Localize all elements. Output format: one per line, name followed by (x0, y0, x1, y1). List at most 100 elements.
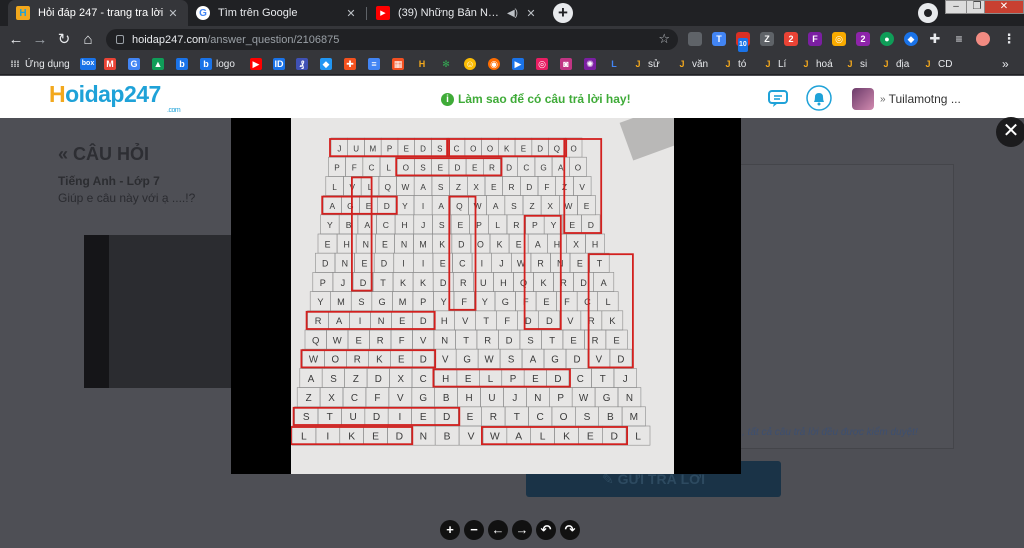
grid-letter: E (465, 374, 472, 385)
rotate-right-button[interactable]: ↷ (560, 520, 580, 540)
lightbox-close-button[interactable]: ✕ (996, 117, 1024, 147)
tab-close-icon[interactable]: ✕ (344, 7, 358, 20)
zoom-in-button[interactable]: + (440, 520, 460, 540)
grid-letter: W (485, 355, 495, 366)
bookmark-cd[interactable]: J CD (922, 57, 952, 71)
grid-letter: I (402, 259, 404, 269)
speaker-icon[interactable]: ◀) (507, 8, 518, 19)
b-icon: b (176, 58, 188, 70)
next-button[interactable]: → (512, 520, 532, 540)
bookmark-su[interactable]: Jsử (632, 57, 659, 71)
extension-icon[interactable]: ◆ (904, 32, 918, 46)
adblock-extension-icon[interactable]: 10 (736, 32, 750, 52)
bell-icon[interactable] (806, 85, 832, 111)
tab-hoidap[interactable]: H Hỏi đáp 247 - trang tra lời ✕ (8, 0, 188, 26)
extension-icon[interactable]: ● (880, 32, 894, 46)
bookmark-item[interactable]: ☺ (464, 57, 480, 71)
rotate-left-button[interactable]: ↶ (536, 520, 556, 540)
extension-icon[interactable]: 2 (784, 32, 798, 46)
grid-letter: N (401, 239, 407, 249)
bookmark-van[interactable]: Jvăn (676, 57, 708, 71)
bookmark-to[interactable]: Jtó (722, 57, 746, 71)
bookmark-item[interactable]: ◆ (320, 57, 336, 71)
user-menu[interactable]: » Tuilamotng ... (852, 88, 961, 110)
bookmark-li[interactable]: J Lí (762, 57, 786, 71)
zoom-out-button[interactable]: − (464, 520, 484, 540)
bookmark-star-icon[interactable]: ☆ (658, 31, 670, 47)
bookmark-label: Lí (778, 58, 787, 70)
extension-icon[interactable]: F (808, 32, 822, 46)
zoom-extension-icon[interactable]: Z (760, 32, 774, 46)
grid-letter: M (369, 144, 376, 153)
bookmark-item[interactable]: ▶ (512, 57, 528, 71)
bookmark-dia[interactable]: Jđịa (880, 57, 909, 71)
grid-letter: F (461, 297, 467, 307)
grid-letter: Y (482, 297, 488, 307)
grid-letter: E (399, 316, 405, 326)
grid-letter: H (466, 393, 473, 404)
translate-extension-icon[interactable]: T (712, 32, 726, 46)
bookmark-box[interactable]: box (80, 57, 100, 71)
bookmark-item[interactable]: ₰ (296, 57, 312, 71)
chat-icon[interactable] (766, 86, 790, 110)
grid-letter: S (437, 144, 442, 153)
profile-icon[interactable] (918, 3, 938, 23)
j-icon: J (679, 59, 685, 69)
extension-icon[interactable]: ◎ (832, 32, 846, 46)
tab-close-icon[interactable]: ✕ (524, 7, 538, 20)
bookmark-item[interactable]: ≡ (368, 57, 384, 71)
bookmark-item[interactable]: ✻ (440, 57, 456, 71)
grid-letter: D (420, 144, 426, 153)
home-icon[interactable]: ⌂ (78, 30, 98, 50)
grid-letter: K (400, 278, 406, 288)
playlist-icon[interactable]: ≡ (952, 32, 966, 46)
bookmark-hoa[interactable]: Jhoá (800, 57, 832, 71)
grid-letter: R (513, 220, 519, 230)
previous-button[interactable]: ← (488, 520, 508, 540)
bookmark-item[interactable]: L (608, 57, 624, 71)
site-logo[interactable]: Hoidap247 .com (49, 81, 181, 114)
bookmark-item[interactable]: H (416, 57, 432, 71)
bookmarks-more-button[interactable]: » (1002, 57, 1009, 71)
tab-youtube[interactable]: ▶ (39) Những Bản Nhạc Chill C ◀) ✕ (368, 0, 546, 26)
window-close-button[interactable]: ✕ (984, 0, 1024, 14)
new-tab-button[interactable]: + (553, 3, 573, 23)
tab-google[interactable]: G Tìm trên Google ✕ (188, 0, 366, 26)
tab-title: Hỏi đáp 247 - trang tra lời (38, 7, 164, 19)
extension-icon[interactable]: 2 (856, 32, 870, 46)
bookmark-item[interactable]: ◙ (560, 57, 576, 71)
grid-letter: O (575, 164, 581, 173)
bookmark-si[interactable]: Jsi (844, 57, 867, 71)
grid-letter: F (504, 316, 510, 326)
bookmark-item[interactable]: M (104, 57, 120, 71)
extension-icon[interactable] (688, 32, 702, 46)
menu-icon[interactable]: ⋮ (1002, 32, 1016, 46)
grid-letter: J (337, 144, 341, 153)
tip-banner[interactable]: i Làm sao để có câu trả lời hay! (441, 92, 631, 106)
address-bar[interactable]: hoidap247.com /answer_question/2106875 ☆ (106, 29, 678, 50)
box-icon: box (80, 58, 96, 70)
bookmark-item[interactable]: ▦ (392, 57, 408, 71)
grid-letter: J (421, 220, 425, 230)
tab-close-icon[interactable]: ✕ (166, 7, 180, 20)
bookmark-item[interactable]: ID (273, 57, 289, 71)
bookmark-item[interactable]: b (176, 57, 192, 71)
bookmark-logo[interactable]: b logo (200, 57, 235, 71)
puzzle-icon[interactable]: ✚ (928, 32, 942, 46)
bookmark-item[interactable]: ✺ (584, 57, 600, 71)
bookmark-item[interactable]: ◉ (488, 57, 504, 71)
bookmark-item[interactable]: ▶ (250, 57, 266, 71)
bookmark-item[interactable]: ▲ (152, 57, 168, 71)
minimize-button[interactable]: – (945, 0, 967, 14)
question-subject: Tiếng Anh - Lớp 7 (58, 174, 160, 188)
bookmark-icon: ◎ (536, 58, 548, 70)
reload-icon[interactable]: ↻ (54, 30, 74, 50)
grid-letter: F (374, 393, 380, 404)
back-icon[interactable]: ← (6, 30, 26, 50)
forward-icon[interactable]: → (30, 30, 50, 50)
bookmark-item[interactable]: ✚ (344, 57, 360, 71)
bookmark-item[interactable]: G (128, 57, 144, 71)
avatar-icon[interactable] (976, 32, 990, 46)
bookmark-item[interactable]: ◎ (536, 57, 552, 71)
bookmark-apps[interactable]: ⁞⁞⁞ Ứng dụng (9, 57, 70, 71)
